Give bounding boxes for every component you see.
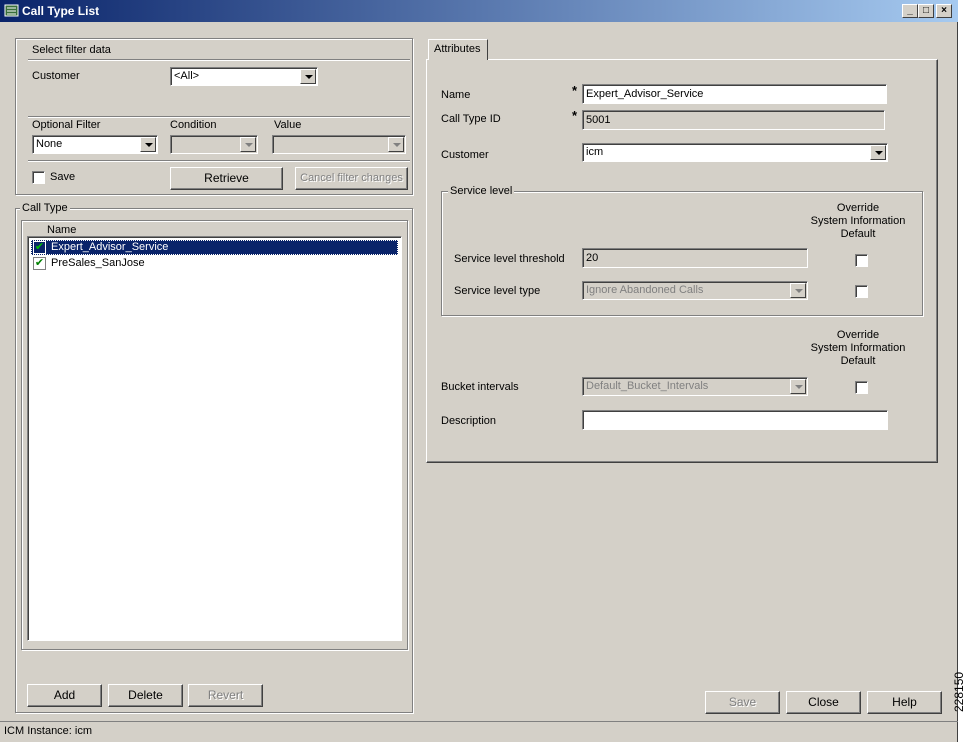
service-level-title: Service level	[448, 185, 515, 197]
add-button[interactable]: Add	[27, 684, 102, 707]
list-item[interactable]: ✔ PreSales_SanJose	[31, 256, 398, 271]
filter-customer-select[interactable]: <All>	[170, 67, 318, 86]
app-icon	[4, 4, 19, 17]
figure-number: 228150	[952, 671, 966, 712]
call-type-listbox[interactable]: ✔ Expert_Advisor_Service ✔ PreSales_SanJ…	[27, 236, 402, 641]
call-type-id-label: Call Type ID	[441, 113, 501, 125]
sl-type-value: Ignore Abandoned Calls	[586, 284, 704, 296]
threshold-field: 20	[582, 248, 808, 268]
name-label: Name	[441, 89, 471, 101]
override-header-3: Default	[840, 355, 876, 367]
chevron-down-icon	[388, 137, 404, 152]
sl-type-override-checkbox[interactable]	[855, 285, 868, 298]
description-field[interactable]	[582, 410, 888, 430]
chevron-down-icon	[790, 379, 806, 394]
minimize-icon: _	[907, 5, 913, 16]
call-type-section-title: Call Type	[20, 202, 70, 214]
condition-label: Condition	[170, 119, 217, 131]
close-button[interactable]: Close	[786, 691, 861, 714]
status-text: ICM Instance: icm	[4, 725, 93, 737]
cancel-filter-changes-button[interactable]: Cancel filter changes	[295, 167, 408, 190]
chevron-down-icon[interactable]	[870, 145, 886, 160]
check-icon[interactable]: ✔	[33, 257, 46, 270]
attr-customer-label: Customer	[441, 149, 489, 161]
override-header-3: Default	[840, 228, 876, 240]
required-marker: *	[572, 83, 578, 98]
delete-button[interactable]: Delete	[108, 684, 183, 707]
close-icon: ×	[941, 5, 947, 16]
description-label: Description	[441, 415, 497, 427]
tab-attributes[interactable]: Attributes	[428, 39, 488, 60]
condition-select[interactable]	[170, 135, 258, 154]
bucket-intervals-value: Default_Bucket_Intervals	[586, 380, 709, 392]
attr-customer-select[interactable]: icm	[582, 143, 888, 162]
filter-customer-label: Customer	[32, 70, 80, 82]
optional-filter-value: None	[36, 138, 63, 150]
name-column-header[interactable]: Name	[47, 224, 76, 236]
optional-filter-label: Optional Filter	[32, 119, 101, 131]
call-type-list-window: Call Type List _ □ × Select filter data …	[0, 0, 958, 742]
window-title: Call Type List	[22, 4, 100, 18]
maximize-button[interactable]: □	[918, 4, 934, 18]
divider	[28, 116, 410, 118]
call-type-id-value: 5001	[586, 114, 611, 126]
sl-type-label: Service level type	[454, 285, 541, 297]
maximize-icon: □	[922, 5, 930, 16]
bucket-override-checkbox[interactable]	[855, 381, 868, 394]
value-select[interactable]	[272, 135, 406, 154]
retrieve-button[interactable]: Retrieve	[170, 167, 283, 190]
threshold-label: Service level threshold	[454, 253, 565, 265]
call-type-name: PreSales_SanJose	[51, 257, 145, 269]
required-marker: *	[572, 108, 578, 123]
attr-customer-value: icm	[586, 146, 604, 158]
call-type-id-field: 5001	[582, 110, 885, 130]
threshold-override-checkbox[interactable]	[855, 254, 868, 267]
divider	[28, 59, 410, 61]
chevron-down-icon	[240, 137, 256, 152]
save-filter-label: Save	[50, 171, 76, 183]
chevron-down-icon	[790, 283, 806, 298]
call-type-name: Expert_Advisor_Service	[51, 241, 169, 253]
title-bar[interactable]: Call Type List _ □ ×	[0, 0, 958, 22]
save-filter-checkbox[interactable]	[32, 171, 45, 184]
status-bar: ICM Instance: icm	[0, 721, 958, 742]
bucket-intervals-select[interactable]: Default_Bucket_Intervals	[582, 377, 808, 396]
override-header-2: System Information	[810, 215, 906, 227]
minimize-button[interactable]: _	[902, 4, 918, 18]
value-label: Value	[274, 119, 302, 131]
chevron-down-icon[interactable]	[300, 69, 316, 84]
name-field[interactable]: Expert_Advisor_Service	[582, 84, 887, 104]
save-button[interactable]: Save	[705, 691, 780, 714]
tab-attributes-label: Attributes	[434, 43, 481, 55]
name-field-value: Expert_Advisor_Service	[586, 88, 704, 100]
bucket-intervals-label: Bucket intervals	[441, 381, 519, 393]
check-icon[interactable]: ✔	[33, 241, 46, 254]
threshold-value: 20	[586, 252, 599, 264]
filter-customer-value: <All>	[174, 70, 200, 82]
sl-type-select[interactable]: Ignore Abandoned Calls	[582, 281, 808, 300]
optional-filter-select[interactable]: None	[32, 135, 158, 154]
close-window-button[interactable]: ×	[936, 4, 952, 18]
list-item[interactable]: ✔ Expert_Advisor_Service	[31, 240, 398, 255]
override-header-1: Override	[836, 329, 880, 341]
divider	[28, 160, 410, 162]
filter-section-title: Select filter data	[32, 44, 111, 56]
help-button[interactable]: Help	[867, 691, 942, 714]
chevron-down-icon[interactable]	[140, 137, 156, 152]
override-header-2: System Information	[810, 342, 906, 354]
revert-button[interactable]: Revert	[188, 684, 263, 707]
override-header-1: Override	[836, 202, 880, 214]
